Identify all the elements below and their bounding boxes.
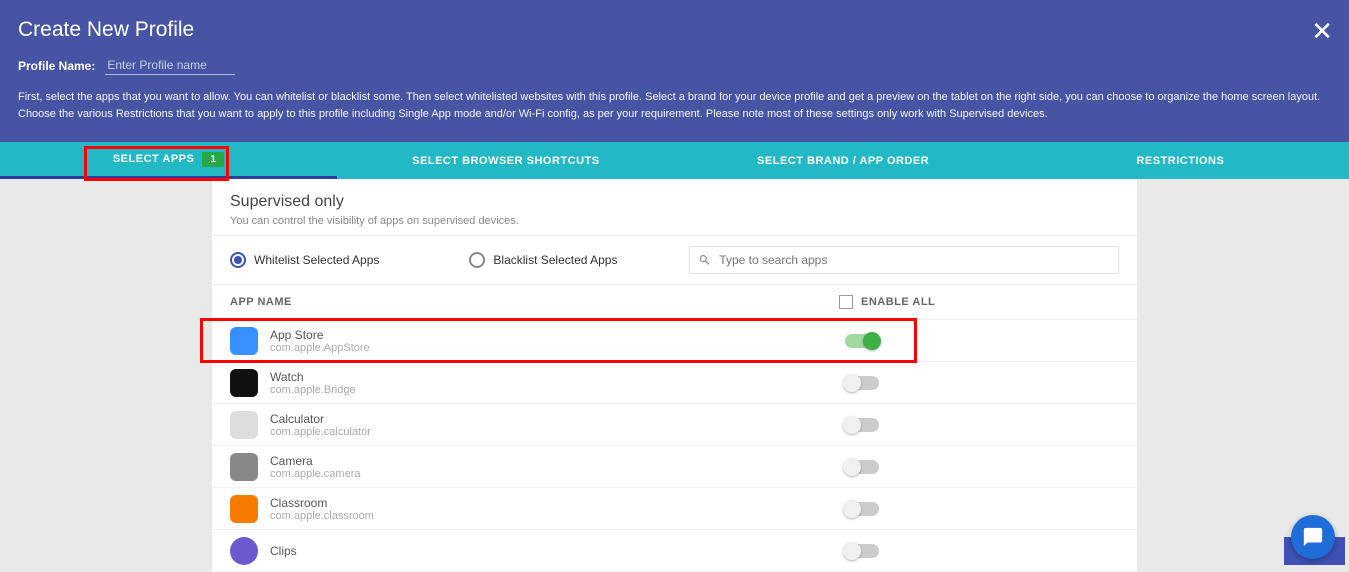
app-title: Classroom — [270, 496, 845, 510]
tab-bar: SELECT APPS 1 SELECT BROWSER SHORTCUTS S… — [0, 142, 1349, 179]
app-row: Clips — [212, 530, 1137, 572]
tab-select-apps[interactable]: SELECT APPS 1 — [0, 142, 337, 179]
app-title: Watch — [270, 370, 845, 384]
app-icon — [230, 369, 258, 397]
app-row: Camera com.apple.camera — [212, 446, 1137, 488]
app-row: Watch com.apple.Bridge — [212, 362, 1137, 404]
app-toggle[interactable] — [845, 334, 879, 348]
app-package: com.apple.Bridge — [270, 384, 845, 396]
tab-select-apps-label: SELECT APPS — [113, 153, 195, 165]
tab-browser-shortcuts[interactable]: SELECT BROWSER SHORTCUTS — [337, 142, 674, 179]
tab-restrictions-label: RESTRICTIONS — [1136, 155, 1224, 167]
radio-whitelist-label: Whitelist Selected Apps — [254, 253, 379, 267]
radio-icon — [230, 252, 246, 268]
app-list: App Store com.apple.AppStore Watch com.a… — [212, 320, 1137, 572]
panel-subheading: You can control the visibility of apps o… — [230, 215, 1119, 227]
header-description: First, select the apps that you want to … — [18, 89, 1331, 122]
app-toggle[interactable] — [845, 544, 879, 558]
apps-panel: Supervised only You can control the visi… — [212, 179, 1137, 572]
tab-browser-shortcuts-label: SELECT BROWSER SHORTCUTS — [412, 155, 599, 167]
panel-heading: Supervised only — [230, 193, 1119, 211]
tab-brand-app-order[interactable]: SELECT BRAND / APP ORDER — [675, 142, 1012, 179]
app-icon — [230, 411, 258, 439]
close-icon[interactable]: ✕ — [1311, 16, 1333, 47]
enable-all-checkbox[interactable] — [839, 295, 853, 309]
tab-select-apps-badge: 1 — [202, 152, 224, 167]
app-icon — [230, 327, 258, 355]
app-package: com.apple.calculator — [270, 426, 845, 438]
app-package: com.apple.classroom — [270, 510, 845, 522]
app-icon — [230, 537, 258, 565]
app-toggle[interactable] — [845, 376, 879, 390]
tab-brand-order-label: SELECT BRAND / APP ORDER — [757, 155, 929, 167]
app-package: com.apple.AppStore — [270, 342, 845, 354]
chat-icon — [1302, 526, 1324, 548]
app-title: Clips — [270, 544, 845, 558]
radio-icon — [469, 252, 485, 268]
column-app-name: APP NAME — [230, 296, 839, 308]
profile-name-input[interactable] — [105, 56, 235, 75]
app-title: Calculator — [270, 412, 845, 426]
profile-name-label: Profile Name: — [18, 59, 95, 73]
radio-whitelist[interactable]: Whitelist Selected Apps — [230, 252, 379, 268]
app-row: App Store com.apple.AppStore — [212, 320, 1137, 362]
column-enable-all: ENABLE ALL — [861, 296, 935, 308]
tab-restrictions[interactable]: RESTRICTIONS — [1012, 142, 1349, 179]
page-title: Create New Profile — [18, 18, 1331, 42]
search-icon — [698, 253, 711, 267]
radio-blacklist[interactable]: Blacklist Selected Apps — [469, 252, 617, 268]
app-title: Camera — [270, 454, 845, 468]
app-toggle[interactable] — [845, 502, 879, 516]
app-row: Classroom com.apple.classroom — [212, 488, 1137, 530]
app-toggle[interactable] — [845, 418, 879, 432]
header: Create New Profile ✕ Profile Name: First… — [0, 0, 1349, 142]
app-row: Calculator com.apple.calculator — [212, 404, 1137, 446]
search-input[interactable] — [719, 253, 1110, 267]
app-toggle[interactable] — [845, 460, 879, 474]
search-wrap — [689, 246, 1119, 274]
app-icon — [230, 453, 258, 481]
radio-blacklist-label: Blacklist Selected Apps — [493, 253, 617, 267]
chat-button[interactable] — [1291, 515, 1335, 559]
app-icon — [230, 495, 258, 523]
app-title: App Store — [270, 328, 845, 342]
app-package: com.apple.camera — [270, 468, 845, 480]
